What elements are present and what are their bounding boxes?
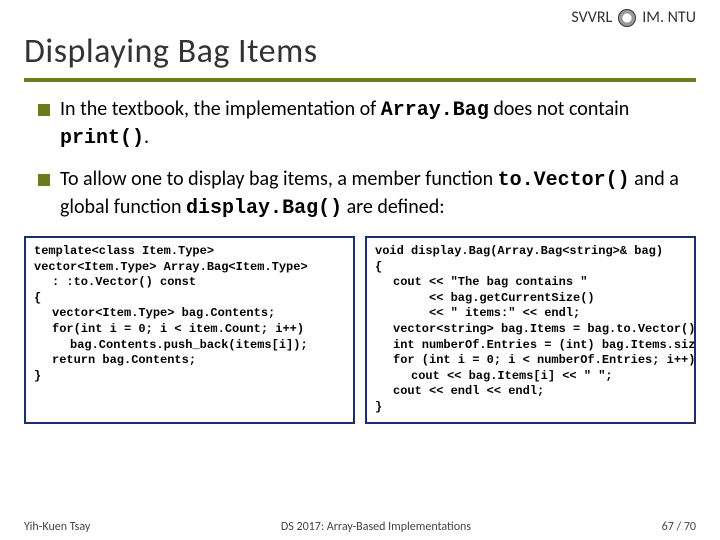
code-line: vector<Item.Type> Array.Bag<Item.Type> (34, 260, 345, 276)
code-box-displaybag: void display.Bag(Array.Bag<string>& bag)… (365, 236, 696, 424)
text-run: To allow one to display bag items, a mem… (60, 167, 498, 191)
bullet-icon (38, 174, 50, 186)
code-line: } (34, 369, 345, 385)
bullet-text: To allow one to display bag items, a mem… (60, 166, 696, 222)
code-line: cout << endl << endl; (375, 384, 686, 400)
code-line: int numberOf.Entries = (int) bag.Items.s… (375, 338, 686, 354)
code-line: { (375, 260, 686, 276)
bullet-list: In the textbook, the implementation of A… (24, 96, 696, 222)
text-run: In the textbook, the implementation of (60, 97, 381, 121)
code-line: : :to.Vector() const (34, 275, 345, 291)
dept-name: IM. NTU (642, 8, 696, 27)
code-line: for(int i = 0; i < item.Count; i++) (34, 322, 345, 338)
slide: SVVRL IM. NTU Displaying Bag Items In th… (0, 0, 720, 540)
header-right: SVVRL IM. NTU (571, 8, 696, 27)
text-run: are defined: (342, 195, 444, 219)
code-line: << " items:" << endl; (375, 306, 686, 322)
code-line: << bag.getCurrentSize() (375, 291, 686, 307)
inline-code: display.Bag() (186, 197, 342, 220)
text-run: does not contain (489, 97, 629, 121)
lab-name: SVVRL (571, 8, 612, 27)
code-line: vector<string> bag.Items = bag.to.Vector… (375, 322, 686, 338)
inline-code: print() (60, 127, 144, 150)
code-line: } (375, 400, 686, 416)
footer-author: Yih-Kuen Tsay (24, 520, 90, 534)
code-line: vector<Item.Type> bag.Contents; (34, 306, 345, 322)
bullet-text: In the textbook, the implementation of A… (60, 96, 696, 152)
code-line: for (int i = 0; i < numberOf.Entries; i+… (375, 353, 686, 369)
title-underline (24, 78, 696, 82)
text-run: . (144, 125, 149, 149)
code-box-tovector: template<class Item.Type>vector<Item.Typ… (24, 236, 355, 424)
footer-course: DS 2017: Array-Based Implementations (281, 520, 471, 534)
code-line: { (34, 291, 345, 307)
code-line: cout << "The bag contains " (375, 275, 686, 291)
footer-page: 67 / 70 (662, 520, 696, 534)
inline-code: to.Vector() (498, 169, 630, 192)
code-line: bag.Contents.push_back(items[i]); (34, 338, 345, 354)
header: SVVRL IM. NTU (24, 0, 696, 27)
footer: Yih-Kuen Tsay DS 2017: Array-Based Imple… (24, 520, 696, 534)
page-title: Displaying Bag Items (24, 27, 696, 78)
code-boxes: template<class Item.Type>vector<Item.Typ… (24, 236, 696, 424)
bullet-item: In the textbook, the implementation of A… (38, 96, 696, 152)
code-line: void display.Bag(Array.Bag<string>& bag) (375, 244, 686, 260)
bullet-item: To allow one to display bag items, a mem… (38, 166, 696, 222)
code-line: cout << bag.Items[i] << " "; (375, 369, 686, 385)
code-line: return bag.Contents; (34, 353, 345, 369)
bullet-icon (38, 104, 50, 116)
inline-code: Array.Bag (381, 99, 489, 122)
ntu-logo-icon (618, 9, 636, 27)
code-line: template<class Item.Type> (34, 244, 345, 260)
